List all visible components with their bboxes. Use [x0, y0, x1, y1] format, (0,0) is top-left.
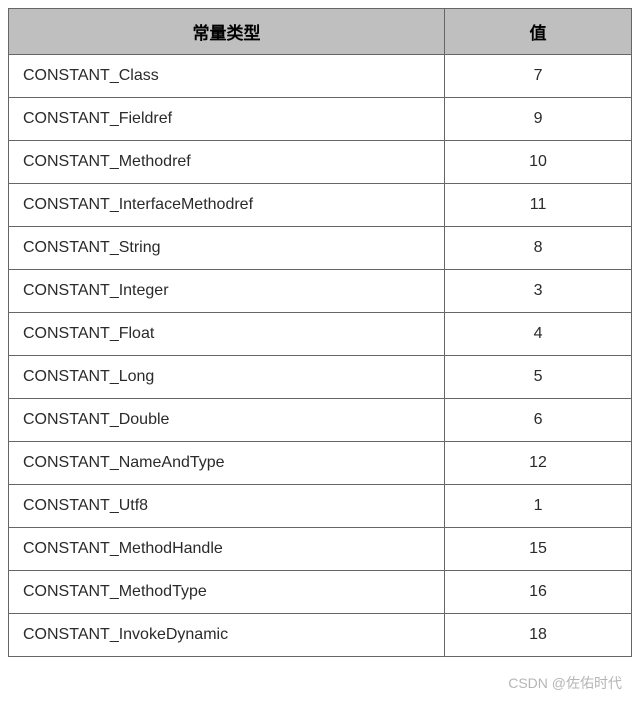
table-row: CONSTANT_InvokeDynamic 18: [9, 614, 632, 657]
value-cell: 8: [445, 227, 632, 270]
value-cell: 5: [445, 356, 632, 399]
type-cell: CONSTANT_MethodType: [9, 571, 445, 614]
type-cell: CONSTANT_InvokeDynamic: [9, 614, 445, 657]
table-row: CONSTANT_Double 6: [9, 399, 632, 442]
table-row: CONSTANT_NameAndType 12: [9, 442, 632, 485]
table-row: CONSTANT_Fieldref 9: [9, 98, 632, 141]
value-cell: 10: [445, 141, 632, 184]
table-row: CONSTANT_Integer 3: [9, 270, 632, 313]
table-body: CONSTANT_Class 7 CONSTANT_Fieldref 9 CON…: [9, 55, 632, 657]
value-cell: 9: [445, 98, 632, 141]
value-cell: 3: [445, 270, 632, 313]
watermark: CSDN @佐佑时代: [508, 673, 622, 693]
table-row: CONSTANT_String 8: [9, 227, 632, 270]
type-cell: CONSTANT_Long: [9, 356, 445, 399]
type-cell: CONSTANT_Utf8: [9, 485, 445, 528]
type-cell: CONSTANT_Float: [9, 313, 445, 356]
header-value: 值: [445, 9, 632, 55]
value-cell: 15: [445, 528, 632, 571]
table-row: CONSTANT_Float 4: [9, 313, 632, 356]
table-row: CONSTANT_InterfaceMethodref 11: [9, 184, 632, 227]
type-cell: CONSTANT_Integer: [9, 270, 445, 313]
type-cell: CONSTANT_InterfaceMethodref: [9, 184, 445, 227]
type-cell: CONSTANT_Methodref: [9, 141, 445, 184]
type-cell: CONSTANT_Class: [9, 55, 445, 98]
header-type: 常量类型: [9, 9, 445, 55]
type-cell: CONSTANT_MethodHandle: [9, 528, 445, 571]
type-cell: CONSTANT_NameAndType: [9, 442, 445, 485]
table-row: CONSTANT_Class 7: [9, 55, 632, 98]
table-row: CONSTANT_Methodref 10: [9, 141, 632, 184]
type-cell: CONSTANT_String: [9, 227, 445, 270]
value-cell: 7: [445, 55, 632, 98]
value-cell: 12: [445, 442, 632, 485]
value-cell: 11: [445, 184, 632, 227]
value-cell: 1: [445, 485, 632, 528]
table-row: CONSTANT_Long 5: [9, 356, 632, 399]
value-cell: 18: [445, 614, 632, 657]
value-cell: 6: [445, 399, 632, 442]
type-cell: CONSTANT_Double: [9, 399, 445, 442]
table-row: CONSTANT_MethodType 16: [9, 571, 632, 614]
table-row: CONSTANT_Utf8 1: [9, 485, 632, 528]
table-row: CONSTANT_MethodHandle 15: [9, 528, 632, 571]
table-header-row: 常量类型 值: [9, 9, 632, 55]
constants-table: 常量类型 值 CONSTANT_Class 7 CONSTANT_Fieldre…: [8, 8, 632, 657]
type-cell: CONSTANT_Fieldref: [9, 98, 445, 141]
value-cell: 16: [445, 571, 632, 614]
value-cell: 4: [445, 313, 632, 356]
